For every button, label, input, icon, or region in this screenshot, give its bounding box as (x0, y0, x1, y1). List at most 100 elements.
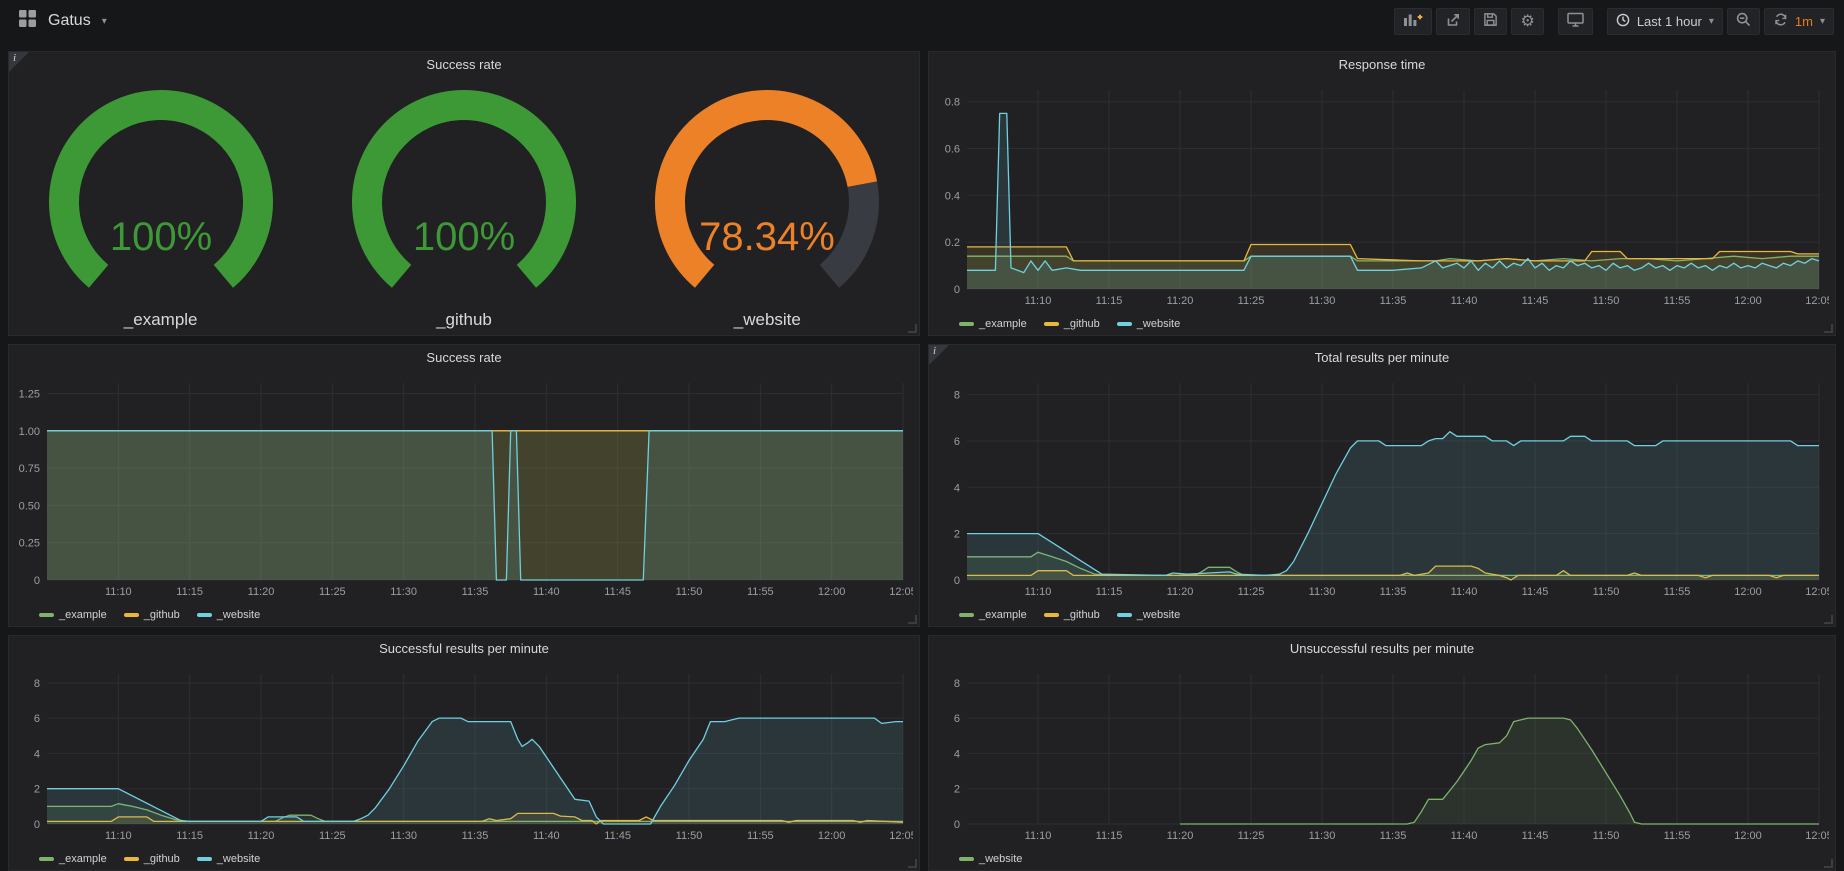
x-tick-label: 12:00 (1734, 586, 1762, 598)
refresh-interval-label: 1m (1795, 14, 1813, 29)
x-tick-label: 11:45 (604, 586, 631, 598)
chart-legend: _example _github _website (959, 318, 1180, 330)
caret-down-icon: ▾ (1709, 16, 1714, 27)
chart-canvas: 0246811:1011:1511:2011:2511:3011:3511:40… (935, 664, 1829, 844)
save-button[interactable] (1474, 8, 1507, 35)
series-area-_website (1180, 718, 1819, 824)
y-tick-label: 4 (954, 748, 960, 760)
x-tick-label: 11:10 (1025, 830, 1052, 842)
x-tick-label: 12:00 (818, 586, 846, 598)
legend-item-_github[interactable]: _github (1044, 609, 1100, 621)
x-tick-label: 11:50 (1593, 586, 1620, 598)
x-tick-label: 11:30 (390, 586, 417, 598)
success-rate-chart[interactable]: 00.250.500.751.001.2511:1011:1511:2011:2… (15, 373, 913, 600)
legend-item-_website[interactable]: _website (959, 853, 1022, 865)
refresh-icon (1773, 12, 1788, 30)
x-tick-label: 11:15 (1096, 586, 1123, 598)
x-tick-label: 11:35 (1380, 830, 1407, 842)
panel-title[interactable]: Response time (929, 52, 1835, 80)
dashboard-picker[interactable]: Gatus ▾ (10, 9, 107, 33)
panel-success-rate-timeseries: Success rate 00.250.500.751.001.2511:101… (8, 344, 920, 627)
x-tick-label: 11:55 (1664, 586, 1691, 598)
panel-title[interactable]: Unsuccessful results per minute (929, 636, 1835, 664)
x-tick-label: 11:40 (1451, 830, 1478, 842)
x-tick-label: 11:30 (1309, 295, 1336, 307)
panel-info-icon[interactable]: i (929, 345, 949, 365)
x-tick-label: 11:15 (1096, 295, 1123, 307)
x-tick-label: 11:50 (1593, 830, 1620, 842)
x-tick-label: 11:35 (462, 586, 489, 598)
legend-item-_github[interactable]: _github (124, 609, 180, 621)
response-time-chart[interactable]: 00.20.40.60.811:1011:1511:2011:2511:3011… (935, 80, 1829, 309)
x-tick-label: 11:10 (1025, 295, 1052, 307)
chart-legend: _example _github _website (959, 609, 1180, 621)
chart-legend: _website (959, 853, 1022, 865)
x-tick-label: 11:30 (1309, 586, 1336, 598)
x-tick-label: 11:40 (533, 830, 560, 842)
legend-color-dash (197, 613, 212, 617)
share-button[interactable] (1436, 8, 1470, 35)
legend-item-_example[interactable]: _example (39, 853, 107, 865)
y-tick-label: 8 (34, 678, 40, 690)
add-panel-button[interactable] (1394, 8, 1432, 35)
legend-item-_website[interactable]: _website (197, 609, 260, 621)
legend-item-_github[interactable]: _github (124, 853, 180, 865)
x-tick-label: 11:45 (604, 830, 631, 842)
x-tick-label: 12:00 (1734, 295, 1762, 307)
legend-series-name: _example (59, 853, 107, 865)
tv-mode-button[interactable] (1558, 8, 1593, 35)
x-tick-label: 11:30 (390, 830, 417, 842)
dashboard-title[interactable]: Gatus (48, 12, 91, 30)
panel-resize-handle[interactable] (1824, 324, 1833, 333)
x-tick-label: 11:25 (1238, 586, 1265, 598)
gauge-arc: 100% (334, 78, 594, 308)
add-panel-icon (1403, 12, 1423, 30)
unsuccessful-results-chart[interactable]: 0246811:1011:1511:2011:2511:3011:3511:40… (935, 664, 1829, 844)
x-tick-label: 11:40 (533, 586, 560, 598)
panel-resize-handle[interactable] (1824, 615, 1833, 624)
dashboard-page: Gatus ▾ ⚙ (0, 0, 1844, 871)
refresh-button[interactable]: 1m ▾ (1764, 8, 1834, 35)
legend-item-_example[interactable]: _example (959, 318, 1027, 330)
x-tick-label: 11:55 (747, 830, 774, 842)
legend-item-_website[interactable]: _website (1117, 609, 1180, 621)
x-tick-label: 12:05 (1805, 586, 1829, 598)
legend-series-name: _website (217, 609, 260, 621)
legend-color-dash (39, 613, 54, 617)
legend-series-name: _example (979, 609, 1027, 621)
legend-item-_website[interactable]: _website (1117, 318, 1180, 330)
legend-series-name: _github (144, 609, 180, 621)
zoom-out-button[interactable] (1727, 8, 1760, 35)
navbar: Gatus ▾ ⚙ (0, 0, 1844, 42)
panel-info-icon[interactable]: i (9, 52, 29, 72)
y-tick-label: 6 (954, 713, 960, 725)
panel-resize-handle[interactable] (908, 859, 917, 868)
legend-item-_website[interactable]: _website (197, 853, 260, 865)
x-tick-label: 11:25 (319, 830, 346, 842)
settings-button[interactable]: ⚙ (1511, 8, 1543, 35)
panel-resize-handle[interactable] (1824, 859, 1833, 868)
panel-title[interactable]: Success rate (9, 345, 919, 373)
y-tick-label: 0.75 (19, 463, 40, 475)
successful-results-chart[interactable]: 0246811:1011:1511:2011:2511:3011:3511:40… (15, 664, 913, 844)
panel-resize-handle[interactable] (908, 615, 917, 624)
y-tick-label: 8 (954, 390, 960, 402)
y-tick-label: 0 (954, 575, 960, 587)
dashboard-grid-icon[interactable] (18, 9, 37, 33)
zoom-out-icon (1736, 12, 1751, 30)
time-range-button[interactable]: Last 1 hour ▾ (1607, 8, 1723, 35)
legend-item-_example[interactable]: _example (39, 609, 107, 621)
x-tick-label: 11:40 (1451, 586, 1478, 598)
legend-color-dash (39, 857, 54, 861)
legend-color-dash (124, 857, 139, 861)
panel-title[interactable]: Total results per minute (929, 345, 1835, 373)
legend-item-_example[interactable]: _example (959, 609, 1027, 621)
y-tick-label: 0 (954, 284, 960, 296)
total-results-chart[interactable]: 0246811:1011:1511:2011:2511:3011:3511:40… (935, 373, 1829, 600)
x-tick-label: 11:40 (1451, 295, 1478, 307)
panel-resize-handle[interactable] (908, 324, 917, 333)
panel-title[interactable]: Successful results per minute (9, 636, 919, 664)
legend-item-_github[interactable]: _github (1044, 318, 1100, 330)
panel-title[interactable]: Success rate (9, 52, 919, 80)
legend-color-dash (124, 613, 139, 617)
